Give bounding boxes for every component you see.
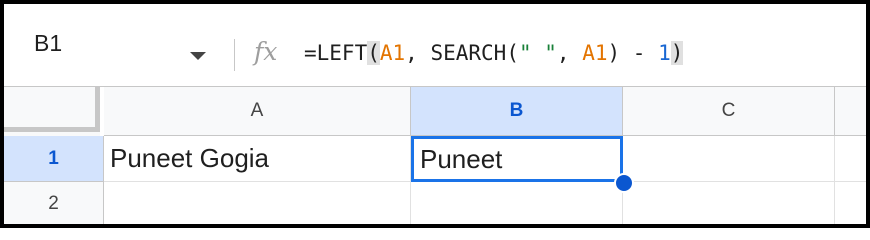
column-header-b[interactable]: B (411, 87, 623, 136)
formula-text: ) - (607, 41, 659, 65)
name-box-dropdown-icon[interactable] (190, 52, 206, 60)
cell-b2[interactable] (411, 182, 623, 224)
cell-b1[interactable]: Puneet (411, 136, 623, 182)
fill-handle[interactable] (614, 173, 634, 193)
formula-text: , (556, 41, 583, 65)
formula-text: , SEARCH( (405, 41, 519, 65)
cell-d2[interactable] (835, 182, 866, 224)
formula-input[interactable]: =LEFT(A1, SEARCH(" ", A1) - 1) (304, 41, 684, 65)
select-all-corner[interactable] (4, 87, 100, 137)
formula-function: =LEFT (304, 41, 368, 65)
cell-a2[interactable] (104, 182, 411, 224)
cell-c2[interactable] (623, 182, 835, 224)
formula-ref: A1 (582, 41, 608, 65)
divider (234, 39, 235, 71)
formula-ref: A1 (379, 41, 406, 65)
row-header-1[interactable]: 1 (4, 136, 104, 182)
formula-string: " " (518, 41, 557, 65)
formula-open-paren: ( (367, 41, 380, 65)
name-box[interactable]: B1 (34, 30, 62, 57)
formula-close-paren: ) (670, 41, 684, 65)
formula-bar: B1 fx =LEFT(A1, SEARCH(" ", A1) - 1) (4, 4, 866, 87)
column-header-next[interactable] (835, 87, 866, 136)
cell-a1[interactable]: Puneet Gogia (104, 136, 411, 182)
cell-c1[interactable] (623, 136, 835, 182)
column-header-c[interactable]: C (623, 87, 835, 136)
fx-icon: fx (254, 37, 278, 66)
column-header-a[interactable]: A (104, 87, 411, 136)
cell-d1[interactable] (835, 136, 866, 182)
spreadsheet-window: B1 fx =LEFT(A1, SEARCH(" ", A1) - 1) A B… (0, 0, 870, 228)
formula-number: 1 (658, 41, 671, 65)
row-header-2[interactable]: 2 (4, 182, 104, 224)
